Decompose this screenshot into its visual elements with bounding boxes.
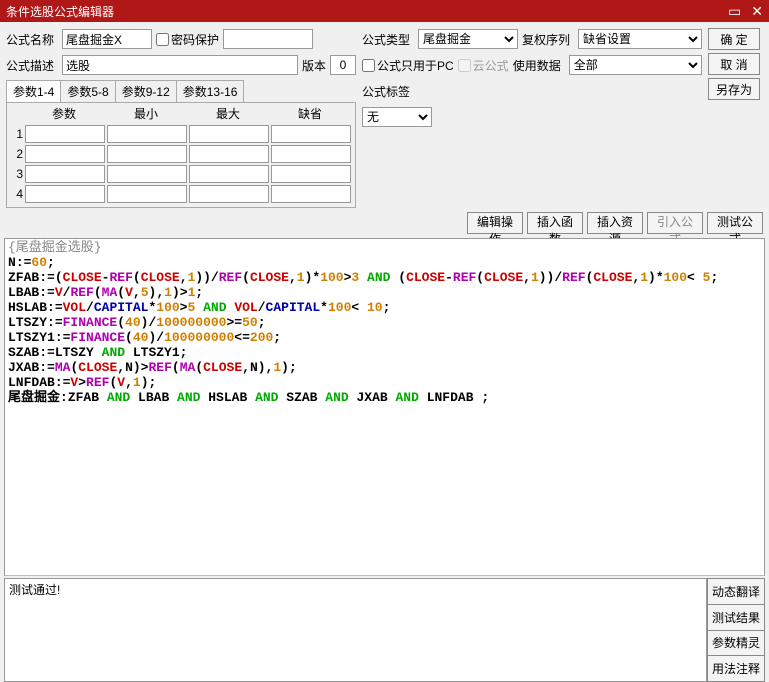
- tag-label: 公式标签: [362, 83, 414, 100]
- p4-name[interactable]: [25, 185, 105, 203]
- desc-input[interactable]: [62, 55, 298, 75]
- close-icon[interactable]: ✕: [751, 3, 763, 20]
- import-formula-button[interactable]: 引入公式: [647, 212, 703, 234]
- p1-max[interactable]: [189, 125, 269, 143]
- p4-min[interactable]: [107, 185, 187, 203]
- usedata-select[interactable]: 全部: [569, 55, 702, 75]
- version-label: 版本: [302, 57, 326, 74]
- usedata-label: 使用数据: [513, 57, 565, 74]
- tab-params-5-8[interactable]: 参数5-8: [60, 80, 115, 102]
- type-label: 公式类型: [362, 31, 414, 48]
- p1-def[interactable]: [271, 125, 351, 143]
- p2-name[interactable]: [25, 145, 105, 163]
- p1-name[interactable]: [25, 125, 105, 143]
- insert-res-button[interactable]: 插入资源: [587, 212, 643, 234]
- param-grid: 参数 最小 最大 缺省 1 2 3 4: [6, 102, 356, 208]
- param-wizard-button[interactable]: 参数精灵: [707, 630, 765, 657]
- save-as-button[interactable]: 另存为: [708, 78, 760, 100]
- cloud-checkbox: 云公式: [458, 57, 509, 74]
- col-def: 缺省: [269, 105, 351, 123]
- name-label: 公式名称: [6, 31, 58, 48]
- p3-name[interactable]: [25, 165, 105, 183]
- password-input[interactable]: [223, 29, 313, 49]
- desc-label: 公式描述: [6, 57, 58, 74]
- p2-min[interactable]: [107, 145, 187, 163]
- test-formula-button[interactable]: 测试公式: [707, 212, 763, 234]
- p4-def[interactable]: [271, 185, 351, 203]
- usage-notes-button[interactable]: 用法注释: [707, 655, 765, 682]
- type-select[interactable]: 尾盘掘金: [418, 29, 518, 49]
- edit-op-button[interactable]: 编辑操作: [467, 212, 523, 234]
- password-protect-checkbox[interactable]: 密码保护: [156, 31, 219, 48]
- col-param: 参数: [23, 105, 105, 123]
- tag-select[interactable]: 无: [362, 107, 432, 127]
- p3-min[interactable]: [107, 165, 187, 183]
- ok-button[interactable]: 确 定: [708, 28, 760, 50]
- p3-max[interactable]: [189, 165, 269, 183]
- p4-max[interactable]: [189, 185, 269, 203]
- insert-fn-button[interactable]: 插入函数: [527, 212, 583, 234]
- param-tabs: 参数1-4 参数5-8 参数9-12 参数13-16: [6, 80, 356, 102]
- p2-max[interactable]: [189, 145, 269, 163]
- window-title: 条件选股公式编辑器: [6, 3, 114, 20]
- title-bar: 条件选股公式编辑器 ▭ ✕: [0, 0, 769, 22]
- p1-min[interactable]: [107, 125, 187, 143]
- output-panel: 测试通过!: [4, 578, 707, 682]
- pc-only-checkbox[interactable]: 公式只用于PC: [362, 57, 454, 74]
- rights-label: 复权序列: [522, 31, 574, 48]
- p2-def[interactable]: [271, 145, 351, 163]
- tab-params-13-16[interactable]: 参数13-16: [176, 80, 245, 102]
- p3-def[interactable]: [271, 165, 351, 183]
- cancel-button[interactable]: 取 消: [708, 53, 760, 75]
- name-input[interactable]: [62, 29, 152, 49]
- col-min: 最小: [105, 105, 187, 123]
- rights-select[interactable]: 缺省设置: [578, 29, 702, 49]
- minimize-icon[interactable]: ▭: [728, 3, 741, 20]
- version-input[interactable]: [330, 55, 356, 75]
- col-max: 最大: [187, 105, 269, 123]
- code-editor[interactable]: {尾盘掘金选股}N:=60;ZFAB:=(CLOSE-REF(CLOSE,1))…: [4, 238, 765, 576]
- test-result-button[interactable]: 测试结果: [707, 604, 765, 631]
- dyn-translate-button[interactable]: 动态翻译: [707, 578, 765, 605]
- tab-params-9-12[interactable]: 参数9-12: [115, 80, 177, 102]
- tab-params-1-4[interactable]: 参数1-4: [6, 80, 61, 102]
